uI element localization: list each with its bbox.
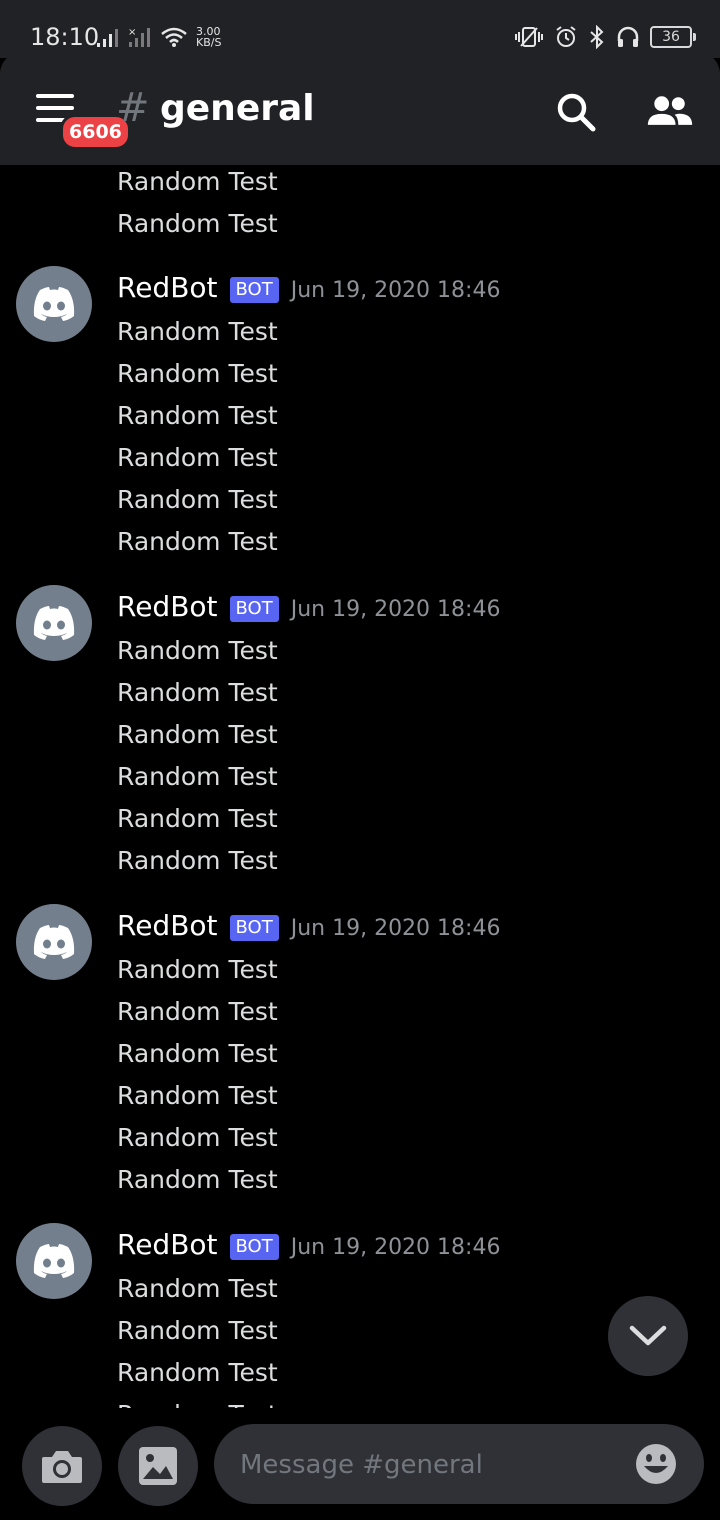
- message-meta: RedBot BOT Jun 19, 2020 18:46: [117, 906, 500, 946]
- message-line[interactable]: Random Test: [117, 840, 278, 882]
- message-line[interactable]: Random Test: [117, 1033, 278, 1075]
- message-line[interactable]: Random Test: [117, 437, 278, 479]
- username[interactable]: RedBot: [117, 268, 218, 308]
- status-right-icons: 36: [514, 24, 696, 50]
- hash-icon: #: [116, 85, 150, 131]
- message-line[interactable]: Random Test: [117, 1268, 278, 1310]
- timestamp: Jun 19, 2020 18:46: [290, 596, 501, 622]
- members-icon[interactable]: [646, 88, 694, 136]
- message-line[interactable]: Random Test: [117, 756, 278, 798]
- network-speed-unit: KB/S: [196, 36, 222, 49]
- chevron-down-icon: [629, 1325, 667, 1346]
- composer-bar: [0, 1408, 720, 1520]
- message-line[interactable]: Random Test: [117, 1117, 278, 1159]
- camera-icon: [42, 1451, 82, 1483]
- message-line: Random Test: [117, 167, 278, 196]
- status-time: 18:10: [30, 23, 100, 51]
- message-meta: RedBot BOT Jun 19, 2020 18:46: [117, 1225, 500, 1265]
- username[interactable]: RedBot: [117, 587, 218, 627]
- channel-title[interactable]: general: [160, 86, 315, 132]
- image-icon: [139, 1447, 177, 1485]
- username[interactable]: RedBot: [117, 906, 218, 946]
- camera-button[interactable]: [22, 1426, 102, 1506]
- signal-off-icon: ×: [128, 27, 150, 47]
- scroll-to-bottom-button[interactable]: [608, 1296, 688, 1376]
- channel-header: 6606 # general: [0, 52, 720, 165]
- timestamp: Jun 19, 2020 18:46: [290, 1234, 501, 1260]
- battery-icon: 36: [650, 26, 696, 48]
- signal-icon: [97, 29, 118, 47]
- message-line[interactable]: Random Test: [117, 991, 278, 1033]
- menu-icon: [36, 94, 74, 98]
- avatar[interactable]: [16, 904, 92, 980]
- bot-tag: BOT: [229, 915, 279, 941]
- message-line[interactable]: Random Test: [117, 395, 278, 437]
- search-icon[interactable]: [552, 88, 600, 136]
- message-body: Random Test Random Test Random Test Rand…: [117, 949, 278, 1201]
- username[interactable]: RedBot: [117, 1225, 218, 1265]
- discord-logo-icon: [33, 606, 75, 640]
- message-meta: RedBot BOT Jun 19, 2020 18:46: [117, 587, 500, 627]
- avatar[interactable]: [16, 1223, 92, 1299]
- message-input[interactable]: [238, 1424, 622, 1506]
- message-meta: RedBot BOT Jun 19, 2020 18:46: [117, 268, 500, 308]
- discord-logo-icon: [33, 925, 75, 959]
- message-line[interactable]: Random Test: [117, 1394, 278, 1408]
- vibrate-icon: [515, 27, 543, 47]
- message-line[interactable]: Random Test: [117, 521, 278, 563]
- alarm-icon: [556, 26, 576, 47]
- message-line[interactable]: Random Test: [117, 479, 278, 521]
- message-body: Random Test Random Test Random Test Rand…: [117, 1268, 278, 1408]
- menu-icon-bar: [36, 106, 74, 110]
- timestamp: Jun 19, 2020 18:46: [290, 915, 501, 941]
- bluetooth-icon: [590, 25, 604, 49]
- emoji-icon[interactable]: [634, 1442, 678, 1486]
- message-line[interactable]: Random Test: [117, 1352, 278, 1394]
- bot-tag: BOT: [229, 596, 279, 622]
- image-button[interactable]: [118, 1426, 198, 1506]
- message-list[interactable]: Random Test Random Test RedBot BOT Jun 1…: [0, 165, 720, 1408]
- status-left-icons: × 3.00 KB/S: [96, 26, 221, 48]
- message-line[interactable]: Random Test: [117, 1159, 278, 1201]
- message-line[interactable]: Random Test: [117, 714, 278, 756]
- message-line[interactable]: Random Test: [117, 798, 278, 840]
- wifi-icon: [161, 27, 187, 47]
- message-line[interactable]: Random Test: [117, 353, 278, 395]
- message-line[interactable]: Random Test: [117, 949, 278, 991]
- bot-tag: BOT: [229, 277, 279, 303]
- message-input-container[interactable]: [214, 1424, 704, 1506]
- network-speed: 3.00 KB/S: [196, 26, 221, 48]
- avatar[interactable]: [16, 266, 92, 342]
- discord-logo-icon: [33, 287, 75, 321]
- message-line[interactable]: Random Test: [117, 311, 278, 353]
- avatar[interactable]: [16, 585, 92, 661]
- message-line[interactable]: Random Test: [117, 630, 278, 672]
- message-body: Random Test Random Test Random Test Rand…: [117, 630, 278, 882]
- status-bar: 18:10 × 3.00 KB/S 36: [0, 0, 720, 58]
- message-line[interactable]: Random Test: [117, 1310, 278, 1352]
- headphones-icon: [617, 26, 639, 47]
- message-line: Random Test: [117, 209, 278, 238]
- svg-text:×: ×: [128, 27, 136, 38]
- message-body: Random Test Random Test Random Test Rand…: [117, 311, 278, 563]
- message-line[interactable]: Random Test: [117, 1075, 278, 1117]
- discord-logo-icon: [33, 1244, 75, 1278]
- timestamp: Jun 19, 2020 18:46: [290, 277, 501, 303]
- message-line[interactable]: Random Test: [117, 672, 278, 714]
- bot-tag: BOT: [229, 1234, 279, 1260]
